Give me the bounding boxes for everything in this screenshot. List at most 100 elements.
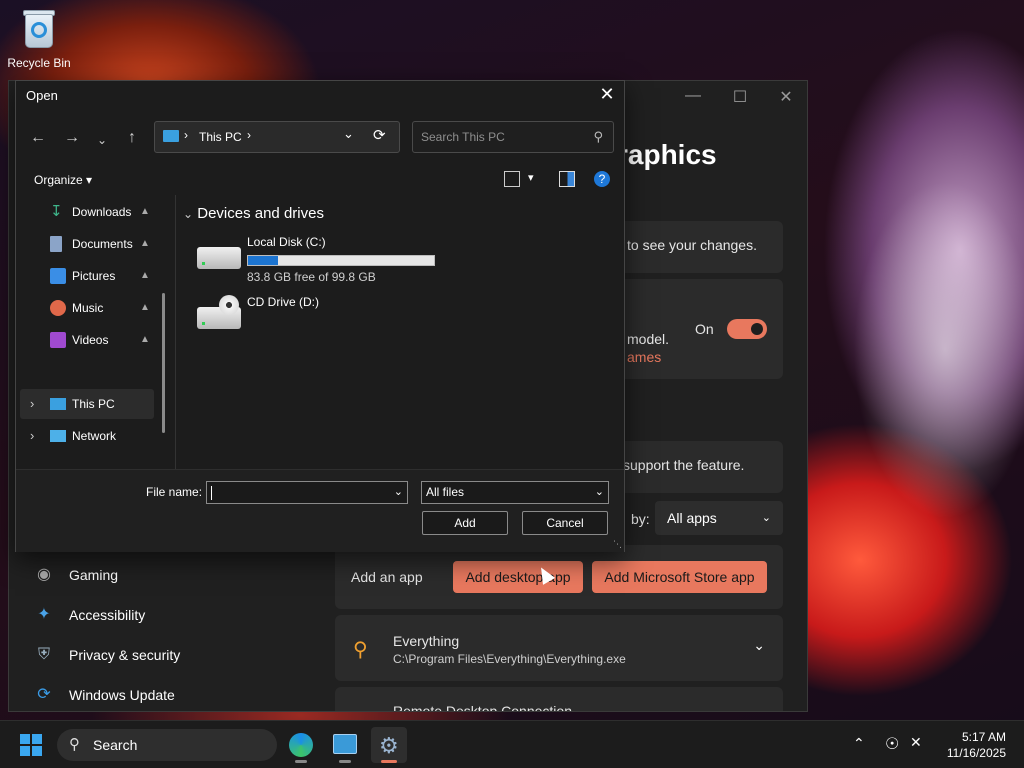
music-icon (50, 300, 66, 316)
add-store-app-button[interactable]: Add Microsoft Store app (592, 561, 767, 593)
shield-icon: ⛨ (37, 646, 50, 663)
search-input[interactable]: Search This PC ⚲ (412, 121, 614, 153)
scrollbar-thumb[interactable] (162, 293, 165, 433)
feature-toggle[interactable] (727, 319, 767, 339)
nav-label: Windows Update (69, 687, 175, 703)
pin-icon[interactable]: ▲ (140, 229, 150, 259)
group-header[interactable]: ⌄ Devices and drives (183, 205, 324, 222)
tree-item-this-pc[interactable]: › This PC (20, 389, 154, 419)
search-placeholder: Search This PC (421, 130, 505, 144)
nav-label: Music (72, 301, 104, 315)
expand-chevron-icon[interactable]: › (30, 389, 34, 419)
help-icon[interactable]: ? (594, 171, 610, 187)
pin-icon[interactable]: ▲ (140, 197, 150, 227)
close-icon[interactable]: ✕ (596, 84, 618, 105)
nav-label: Gaming (69, 567, 119, 583)
preview-pane-icon[interactable] (559, 171, 575, 187)
support-card-text: support the feature. (623, 457, 745, 473)
resize-grip-icon[interactable]: ⋱ (613, 539, 622, 550)
close-icon[interactable]: ✕ (766, 87, 806, 107)
tree-item-network[interactable]: › Network (20, 421, 154, 451)
file-name-input[interactable]: ⌄ (206, 481, 408, 504)
clock-time: 5:17 AM (961, 730, 1006, 744)
chevron-down-icon: ⌄ (761, 512, 771, 524)
breadcrumb-this-pc[interactable]: This PC (199, 130, 242, 144)
update-icon: ⟳ (37, 686, 51, 703)
search-icon: ⚲ (593, 129, 603, 144)
cd-drive-icon (197, 295, 241, 329)
dialog-footer: File name: ⌄ All files ⌄ Add Cancel ⋱ (16, 469, 624, 552)
tree-label: This PC (72, 397, 115, 411)
volume-muted-icon[interactable]: ✕ (910, 734, 922, 751)
chevron-down-icon[interactable]: ▾ (528, 171, 534, 184)
recycle-bin-desktop-icon[interactable]: Recycle Bin (6, 6, 72, 70)
app-list-item[interactable]: Remote Desktop Connection (335, 687, 783, 711)
minimize-icon[interactable]: — (673, 87, 713, 105)
chevron-up-icon[interactable]: ⌃ (853, 735, 865, 752)
nav-item-privacy[interactable]: ⛨ Privacy & security (33, 637, 333, 673)
nav-item-music[interactable]: Music ▲ (20, 293, 154, 323)
chevron-down-icon[interactable]: ⌄ (753, 637, 765, 654)
edge-icon (289, 733, 313, 757)
add-app-label: Add an app (351, 569, 423, 585)
nav-item-accessibility[interactable]: ✦ Accessibility (33, 597, 333, 633)
system-clock[interactable]: 5:17 AM 11/16/2025 (947, 729, 1006, 761)
expand-chevron-icon[interactable]: › (30, 421, 34, 451)
taskbar: ⚲ Search ⚙ ⌃ ☉ ✕ 5:17 AM 11/16/2025 (0, 720, 1024, 768)
add-desktop-app-button[interactable]: Add desktop app (453, 561, 583, 593)
globe-icon[interactable]: ☉ (885, 734, 899, 754)
edge-app-button[interactable] (283, 727, 319, 763)
nav-item-videos[interactable]: Videos ▲ (20, 325, 154, 355)
chevron-down-icon[interactable]: ⌄ (394, 482, 403, 502)
recent-chevron-icon[interactable]: ⌄ (92, 133, 112, 147)
gamepad-icon: ◉ (37, 566, 51, 583)
address-history-chevron-icon[interactable]: ⌄ (343, 126, 354, 142)
nav-item-documents[interactable]: Documents ▲ (20, 229, 154, 259)
info-card-text: to see your changes. (627, 237, 757, 253)
refresh-icon[interactable]: ⟳ (373, 126, 386, 144)
taskbar-search[interactable]: ⚲ Search (57, 729, 277, 761)
file-type-select[interactable]: All files ⌄ (421, 481, 609, 504)
dialog-toolbar: Organize ▾ ▾ ? (16, 165, 624, 195)
cancel-button[interactable]: Cancel (522, 511, 608, 535)
pin-icon[interactable]: ▲ (140, 293, 150, 323)
drive-item-c[interactable]: Local Disk (C:) 83.8 GB free of 99.8 GB (197, 235, 497, 284)
open-dialog: Open ✕ ← → ⌄ ↑ › This PC › ⌄ ⟳ Search Th… (15, 80, 625, 552)
organize-button[interactable]: Organize ▾ (34, 173, 92, 187)
pin-icon[interactable]: ▲ (140, 261, 150, 291)
breadcrumb-separator-icon[interactable]: › (247, 128, 251, 142)
add-button[interactable]: Add (422, 511, 508, 535)
nav-item-windows-update[interactable]: ⟳ Windows Update (33, 677, 333, 711)
drive-item-d[interactable]: CD Drive (D:) (197, 295, 497, 339)
nav-item-pictures[interactable]: Pictures ▲ (20, 261, 154, 291)
up-arrow-icon[interactable]: ↑ (122, 129, 142, 147)
drive-usage-bar (247, 255, 435, 266)
view-options-icon[interactable] (504, 171, 520, 187)
filter-dropdown[interactable]: All apps ⌄ (655, 501, 783, 535)
address-bar[interactable]: › This PC › ⌄ ⟳ (154, 121, 400, 153)
gear-icon: ⚙ (379, 733, 399, 758)
maximize-icon[interactable]: ☐ (720, 87, 760, 107)
file-list: ⌄ Devices and drives Local Disk (C:) 83.… (177, 195, 623, 469)
group-header-label: Devices and drives (197, 205, 324, 222)
pictures-icon (50, 268, 66, 284)
forward-arrow-icon[interactable]: → (62, 129, 82, 147)
control-panel-app-button[interactable] (327, 727, 363, 763)
taskbar-search-label: Search (93, 737, 138, 753)
breadcrumb-separator-icon: › (184, 128, 188, 142)
nav-item-downloads[interactable]: ↧ Downloads ▲ (20, 197, 154, 227)
documents-icon (50, 236, 62, 252)
drive-usage-fill (248, 256, 278, 265)
learn-more-link[interactable]: ames (627, 349, 661, 365)
toggle-knob (751, 323, 763, 335)
settings-app-button[interactable]: ⚙ (371, 727, 407, 763)
nav-label: Videos (72, 333, 109, 347)
app-list-item[interactable]: ⚲ Everything C:\Program Files\Everything… (335, 615, 783, 681)
download-icon: ↧ (50, 203, 63, 220)
pane-divider[interactable] (175, 195, 176, 469)
start-button[interactable] (20, 734, 42, 756)
computer-icon (163, 130, 179, 142)
nav-item-gaming[interactable]: ◉ Gaming (33, 557, 333, 593)
pin-icon[interactable]: ▲ (140, 325, 150, 355)
back-arrow-icon[interactable]: ← (28, 129, 48, 147)
